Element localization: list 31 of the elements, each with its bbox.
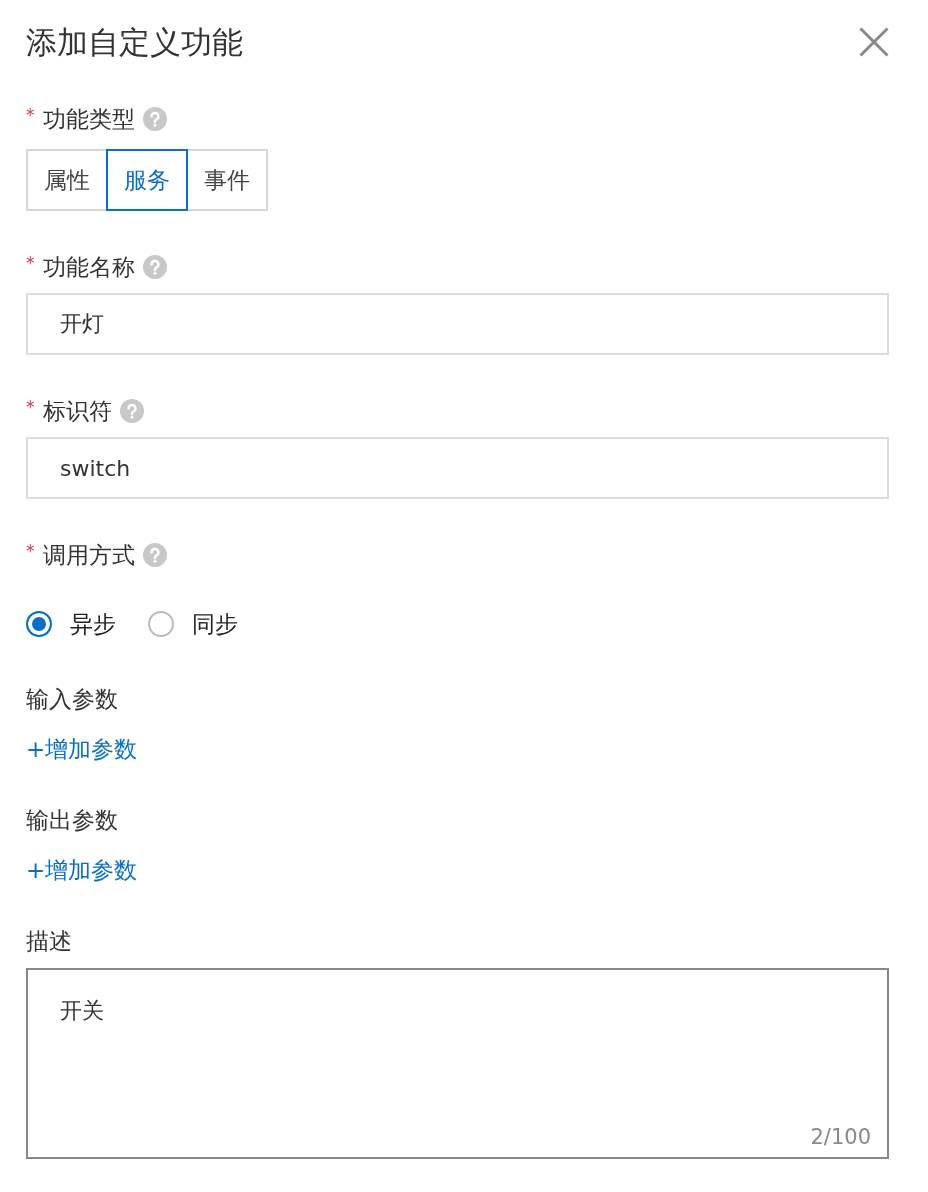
radio-button[interactable] [148,611,174,637]
help-icon[interactable] [119,399,144,423]
field-label: 输入参数 [26,685,118,714]
dialog-title: 添加自定义功能 [26,23,243,62]
help-icon[interactable] [142,543,167,567]
required-mark: * [26,396,35,418]
description-field[interactable]: 开关 2/100 [26,968,889,1159]
field-label: 功能类型 [42,105,135,134]
field-label: 调用方式 [42,541,135,570]
segment-button[interactable]: 服务 [106,149,188,211]
help-icon[interactable] [142,107,167,131]
radio-label[interactable]: 异步 [70,609,116,639]
field-label: 描述 [26,927,72,956]
segment-button[interactable]: 属性 [26,149,108,211]
required-mark: * [26,540,35,562]
character-counter: 2/100 [810,1124,871,1151]
add-parameter-link[interactable]: +增加参数 [26,855,138,885]
required-mark: * [26,252,35,274]
close-icon [859,27,889,57]
radio-label[interactable]: 同步 [192,609,238,639]
input-field[interactable]: switch [26,437,889,499]
help-icon[interactable] [142,255,167,279]
radio-button[interactable] [26,611,52,637]
field-label: 输出参数 [26,806,118,835]
input-field[interactable]: 开灯 [26,293,889,355]
field-label: 功能名称 [42,253,135,282]
field-label: 标识符 [42,397,112,426]
close-button[interactable] [859,27,889,57]
segment-button[interactable]: 事件 [186,149,268,211]
add-parameter-link[interactable]: +增加参数 [26,734,138,764]
required-mark: * [26,104,35,126]
